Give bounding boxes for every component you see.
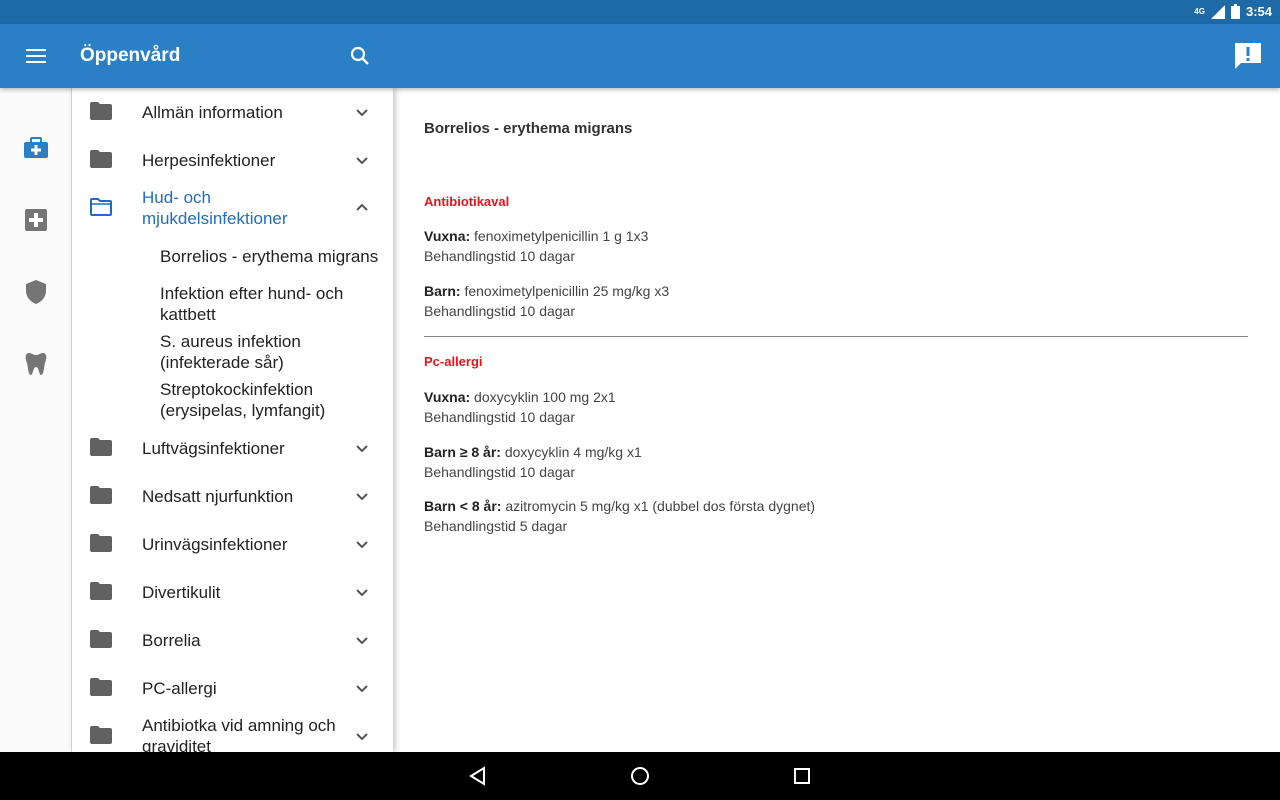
battery-icon	[1230, 4, 1240, 19]
folder-icon	[90, 678, 112, 696]
folder-icon	[90, 150, 112, 168]
category-label: Allmän information	[142, 102, 283, 122]
system-nav-bar	[0, 752, 1280, 800]
category-label: Borrelia	[142, 630, 201, 650]
dosage-entry: Barn < 8 år: azitromycin 5 mg/kg x1 (dub…	[424, 496, 815, 536]
chevron-down-icon	[356, 733, 368, 741]
category-drawer: Allmän information Herpesinfektioner Hud…	[72, 88, 393, 752]
chevron-down-icon	[356, 685, 368, 693]
chevron-down-icon	[356, 157, 368, 165]
category-allman-information[interactable]: Allmän information	[72, 88, 393, 136]
dosage-text: doxycyklin 100 mg 2x1	[470, 389, 616, 405]
dosage-label: Vuxna:	[424, 228, 471, 244]
dosage-text: fenoximetylpenicillin 25 mg/kg x3	[460, 283, 670, 299]
dosage-text: azitromycin 5 mg/kg x1 (dubbel dos först…	[501, 498, 816, 514]
dosage-label: Barn < 8 år:	[424, 498, 502, 514]
section-heading-pc-allergi: Pc-allergi	[424, 354, 483, 369]
nav-rail	[0, 88, 72, 752]
chevron-down-icon	[356, 541, 368, 549]
subitem-borrelios[interactable]: Borrelios - erythema migrans	[160, 246, 393, 267]
duration-text: Behandlingstid 5 dagar	[424, 518, 568, 534]
category-label: Herpesinfektioner	[142, 150, 276, 170]
duration-text: Behandlingstid 10 dagar	[424, 248, 576, 264]
category-label: Divertikulit	[142, 582, 221, 602]
chevron-down-icon	[356, 109, 368, 117]
dosage-label: Barn ≥ 8 år:	[424, 444, 501, 460]
category-label: Urinvägsinfektioner	[142, 534, 288, 554]
search-icon[interactable]	[348, 44, 372, 68]
category-hud-och-mjukdelsinfektioner[interactable]: Hud- och mjukdelsinfektioner	[72, 184, 393, 232]
chevron-down-icon	[356, 589, 368, 597]
category-pc-allergi[interactable]: PC-allergi	[72, 664, 393, 712]
category-label: Antibiotka vid amning och graviditet	[142, 716, 336, 752]
network-label: 4G	[1194, 7, 1205, 16]
category-divertikulit[interactable]: Divertikulit	[72, 568, 393, 616]
folder-open-icon	[90, 198, 112, 216]
section-heading-antibiotikaval: Antibiotikaval	[424, 194, 510, 209]
clock: 3:54	[1245, 4, 1272, 19]
content-pane: Borrelios - erythema migrans Antibiotika…	[393, 88, 1280, 752]
chevron-up-icon	[356, 203, 368, 211]
dosage-entry: Vuxna: fenoximetylpenicillin 1 g 1x3 Beh…	[424, 226, 648, 266]
category-label: Luftvägsinfektioner	[142, 438, 285, 458]
status-indicators: 4G 3:54	[1194, 4, 1272, 19]
back-icon[interactable]	[466, 764, 490, 788]
chevron-down-icon	[356, 445, 368, 453]
category-herpesinfektioner[interactable]: Herpesinfektioner	[72, 136, 393, 184]
status-bar: 4G 3:54	[0, 0, 1280, 24]
chevron-down-icon	[356, 493, 368, 501]
home-icon[interactable]	[628, 764, 652, 788]
folder-icon	[90, 630, 112, 648]
duration-text: Behandlingstid 10 dagar	[424, 409, 576, 425]
recents-icon[interactable]	[790, 764, 814, 788]
app-bar: Öppenvård	[0, 24, 1280, 88]
dosage-entry: Barn: fenoximetylpenicillin 25 mg/kg x3 …	[424, 281, 669, 321]
first-aid-icon[interactable]	[22, 206, 50, 234]
category-nedsatt-njurfunktion[interactable]: Nedsatt njurfunktion	[72, 472, 393, 520]
tooth-icon[interactable]	[22, 350, 50, 378]
shield-icon[interactable]	[22, 278, 50, 306]
feedback-icon[interactable]	[1232, 40, 1264, 72]
folder-icon	[90, 438, 112, 456]
subitem-infektion-hund-kattbett[interactable]: Infektion efter hund- och kattbett	[160, 283, 393, 325]
dosage-entry: Barn ≥ 8 år: doxycyklin 4 mg/kg x1 Behan…	[424, 442, 642, 482]
dosage-entry: Vuxna: doxycyklin 100 mg 2x1 Behandlings…	[424, 387, 616, 427]
folder-icon	[90, 486, 112, 504]
dosage-text: doxycyklin 4 mg/kg x1	[500, 444, 642, 460]
subitem-streptokockinfektion[interactable]: Streptokockinfektion (erysipelas, lymfan…	[160, 379, 393, 421]
dosage-text: fenoximetylpenicillin 1 g 1x3	[470, 228, 649, 244]
chevron-down-icon	[356, 637, 368, 645]
folder-icon	[90, 534, 112, 552]
category-label: PC-allergi	[142, 678, 217, 698]
category-label: Nedsatt njurfunktion	[142, 486, 294, 506]
category-label: Hud- och mjukdelsinfektioner	[142, 188, 288, 228]
medical-kit-icon[interactable]	[22, 134, 50, 162]
category-luftvagsinfektioner[interactable]: Luftvägsinfektioner	[72, 424, 393, 472]
dosage-label: Vuxna:	[424, 389, 471, 405]
category-borrelia[interactable]: Borrelia	[72, 616, 393, 664]
category-antibiotika-amning-graviditet[interactable]: Antibiotka vid amning och graviditet	[72, 712, 393, 752]
signal-icon	[1210, 4, 1225, 19]
dosage-label: Barn:	[424, 283, 461, 299]
folder-icon	[90, 582, 112, 600]
menu-icon[interactable]	[20, 44, 52, 68]
folder-icon	[90, 726, 112, 744]
app-title: Öppenvård	[80, 45, 181, 66]
category-urinvagsinfektioner[interactable]: Urinvägsinfektioner	[72, 520, 393, 568]
duration-text: Behandlingstid 10 dagar	[424, 464, 576, 480]
subitem-s-aureus[interactable]: S. aureus infektion (infekterade sår)	[160, 331, 393, 373]
page-title: Borrelios - erythema migrans	[424, 120, 633, 137]
folder-icon	[90, 102, 112, 120]
duration-text: Behandlingstid 10 dagar	[424, 303, 576, 319]
section-divider	[424, 336, 1248, 337]
